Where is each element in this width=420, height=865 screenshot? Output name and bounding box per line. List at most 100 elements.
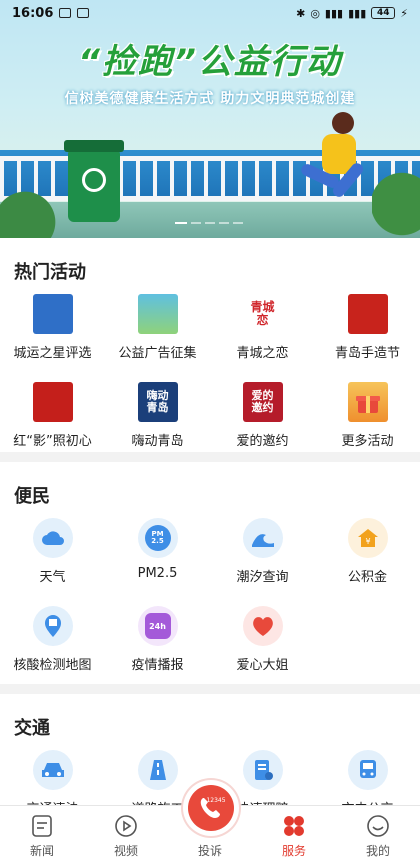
activity-label: 嗨动青岛 (131, 434, 184, 449)
activity-label: 城运之星评选 (13, 346, 92, 361)
status-time: 16:06 (12, 5, 54, 21)
plant-right-decoration (372, 150, 420, 238)
hot-activities-grid: 城运之星评选 公益广告征集 青城恋 青城之恋 青岛手造节 红“影”照初心 嗨动青… (0, 294, 420, 470)
service-label: PM2.5 (137, 566, 178, 581)
road-icon (137, 750, 178, 790)
nav-label: 服务 (281, 844, 306, 858)
section-title: 交通 (14, 718, 50, 739)
heart-icon (242, 606, 283, 646)
service-item-caring-sister[interactable]: 爱心大姐 (210, 606, 315, 694)
activity-label: 青岛手造节 (334, 346, 400, 361)
banner-title: “捡跑”公益行动 (78, 42, 342, 82)
map-pin-icon (32, 606, 73, 646)
activity-thumb (347, 294, 388, 334)
service-item-weather[interactable]: 天气 (0, 518, 105, 606)
charging-icon: ⚡ (400, 6, 408, 20)
recycle-bin-illustration (64, 140, 124, 222)
svg-text:¥: ¥ (365, 537, 370, 546)
nav-label: 我的 (365, 844, 390, 858)
section-title: 便民 (14, 486, 50, 507)
railing-post (136, 156, 140, 201)
railing-post (272, 156, 276, 201)
activity-item-love-invite[interactable]: 爱的 邀约 爱的邀约 (210, 382, 315, 470)
battery-icon: 44 (371, 7, 396, 19)
railing-post (255, 156, 259, 201)
service-label: 疫情播报 (131, 658, 184, 673)
bus-icon (347, 750, 388, 790)
railing-post (238, 156, 242, 201)
activity-label: 红“影”照初心 (13, 434, 92, 449)
nav-item-news[interactable]: 新闻 (0, 806, 84, 865)
activity-thumb (137, 294, 178, 334)
car-icon (32, 750, 73, 790)
railing-post (204, 156, 208, 201)
play-icon (115, 815, 137, 837)
cloud-icon (32, 518, 73, 558)
wave-icon (242, 518, 283, 558)
activity-thumb: 青城恋 (242, 294, 283, 334)
wifi-icon: ◎ (310, 6, 320, 20)
pm25-icon: PM 2.5 (137, 518, 178, 558)
activity-item-handcraft-festival[interactable]: 青岛手造节 (315, 294, 420, 382)
nav-label: 新闻 (29, 844, 54, 858)
convenience-grid: 天气 PM 2.5 PM2.5 潮汐查询 ¥ 公积金 核酸检测地图 24h 疫情… (0, 518, 420, 694)
signal-2-icon: ▮▮▮ (348, 6, 367, 20)
service-label: 核酸检测地图 (13, 658, 92, 673)
nav-item-profile[interactable]: 我的 (336, 806, 420, 865)
status-bar: 16:06 ✱ ◎ ▮▮▮ ▮▮▮ 44 ⚡ (0, 0, 420, 26)
service-label: 爱心大姐 (236, 658, 289, 673)
service-item-tide[interactable]: 潮汐查询 (210, 518, 315, 606)
complaint-badge-text: 12345 (206, 797, 225, 804)
nfc-icon (77, 8, 90, 18)
activity-thumb (32, 382, 73, 422)
service-label: 天气 (39, 570, 66, 585)
house-fund-icon: ¥ (347, 518, 388, 558)
service-item-housing-fund[interactable]: ¥ 公积金 (315, 518, 420, 606)
service-icon (284, 816, 304, 836)
activity-item-hi-qingdao[interactable]: 嗨动 青岛 嗨动青岛 (105, 382, 210, 470)
news-icon (32, 815, 52, 837)
claim-icon (242, 750, 283, 790)
activity-label: 爱的邀约 (236, 434, 289, 449)
app-root: 16:06 ✱ ◎ ▮▮▮ ▮▮▮ 44 ⚡ “捡跑”公益行动 信树美德健康生活… (0, 0, 420, 865)
nav-label: 视频 (113, 844, 138, 858)
service-label: 公积金 (347, 570, 387, 585)
service-item-nucleic-map[interactable]: 核酸检测地图 (0, 606, 105, 694)
nav-item-service[interactable]: 服务 (252, 806, 336, 865)
activity-thumb: 爱的 邀约 (242, 382, 283, 422)
section-title: 热门活动 (14, 262, 86, 283)
hot-activities-section: 热门活动 城运之星评选 公益广告征集 青城恋 青城之恋 青岛手造节 红“影”照初… (0, 238, 420, 452)
railing-post (221, 156, 225, 201)
activity-thumb: 嗨动 青岛 (137, 382, 178, 422)
service-item-epidemic-report[interactable]: 24h 疫情播报 (105, 606, 210, 694)
gallery-icon (59, 8, 72, 18)
activity-item-qingcheng-love[interactable]: 青城恋 青城之恋 (210, 294, 315, 382)
activity-item-red-film[interactable]: 红“影”照初心 (0, 382, 105, 470)
activity-label: 更多活动 (341, 434, 394, 449)
activity-thumb (32, 294, 73, 334)
profile-icon (367, 815, 389, 837)
railing-post (170, 156, 174, 201)
railing-post (153, 156, 157, 201)
runner-illustration (292, 112, 372, 222)
bluetooth-icon: ✱ (296, 6, 306, 20)
service-label: 潮汐查询 (236, 570, 289, 585)
nav-label: 投诉 (197, 844, 222, 858)
nav-item-video[interactable]: 视频 (84, 806, 168, 865)
activity-item-public-ad[interactable]: 公益广告征集 (105, 294, 210, 382)
activity-item-more[interactable]: 更多活动 (315, 382, 420, 470)
complaint-hotline-button[interactable]: 12345 (183, 780, 239, 836)
signal-icon: ▮▮▮ (324, 6, 344, 20)
plant-left-decoration (0, 180, 60, 238)
service-item-pm25[interactable]: PM 2.5 PM2.5 (105, 518, 210, 606)
activity-banner[interactable]: 16:06 ✱ ◎ ▮▮▮ ▮▮▮ 44 ⚡ “捡跑”公益行动 信树美德健康生活… (0, 0, 420, 238)
railing-post (187, 156, 191, 201)
complaint-phone-icon: 12345 (188, 785, 234, 831)
activity-label: 公益广告征集 (118, 346, 197, 361)
recycle-icon (82, 168, 106, 192)
convenience-section: 便民 天气 PM 2.5 PM2.5 潮汐查询 ¥ 公积金 核酸检测地图 24h… (0, 462, 420, 684)
gift-icon (347, 382, 388, 422)
activity-item-city-star[interactable]: 城运之星评选 (0, 294, 105, 382)
epidemic-icon: 24h (137, 606, 178, 646)
activity-label: 青城之恋 (236, 346, 289, 361)
